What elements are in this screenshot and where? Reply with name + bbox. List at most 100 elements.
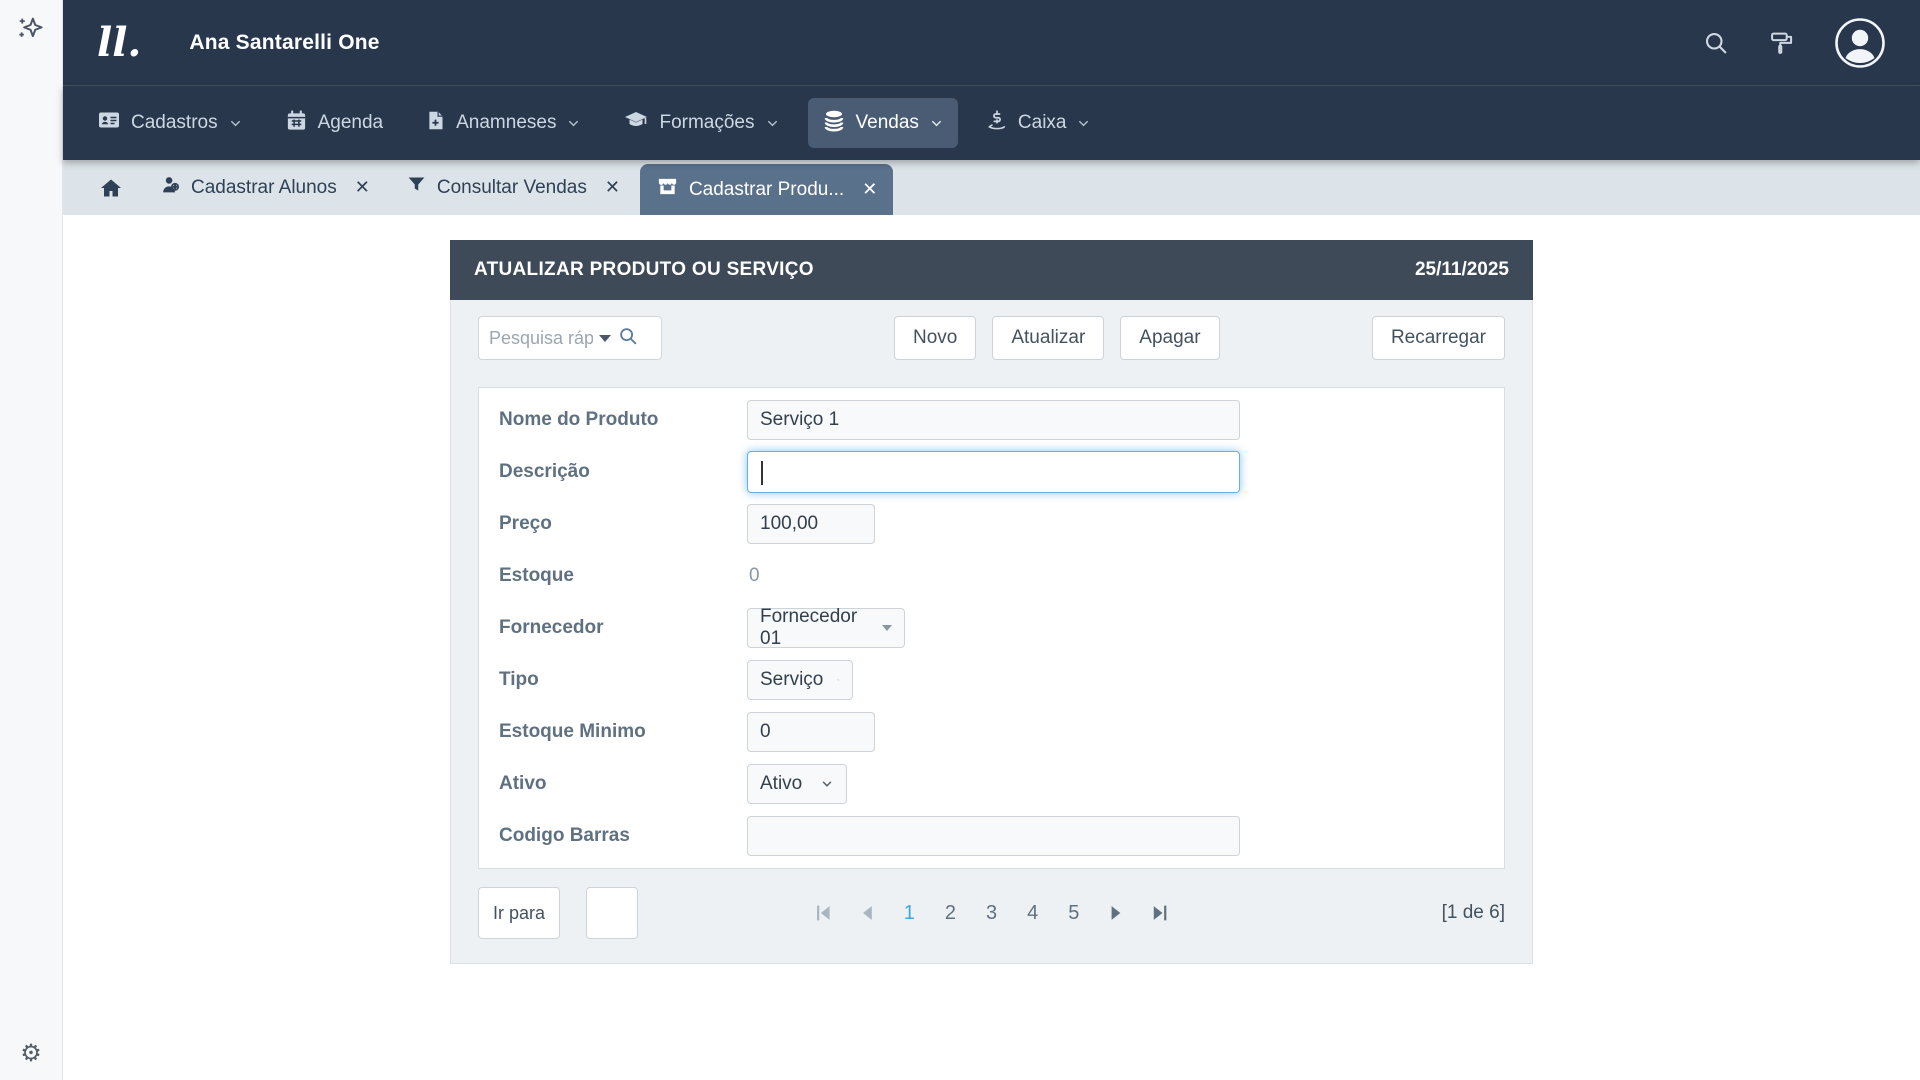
- tab-strip: Cadastrar Alunos ✕ Consultar Vendas ✕ C: [63, 160, 1920, 215]
- text-cursor: [761, 461, 763, 485]
- quick-search[interactable]: [478, 316, 662, 360]
- field-row-preco: Preço: [479, 498, 1504, 550]
- nav-item-agenda[interactable]: Agenda: [271, 99, 398, 148]
- page-number-1[interactable]: 1: [900, 902, 919, 925]
- supplier-value: Fornecedor 01: [760, 606, 868, 650]
- tab-label: Consultar Vendas: [437, 177, 587, 199]
- page-number-5[interactable]: 5: [1064, 902, 1083, 925]
- person-plus-icon: [159, 173, 181, 203]
- file-plus-icon: [425, 109, 446, 138]
- close-icon[interactable]: ✕: [355, 177, 370, 198]
- goto-page-input[interactable]: [586, 887, 638, 939]
- sparkle-icon[interactable]: [16, 12, 46, 49]
- calendar-icon: [285, 109, 308, 138]
- chevron-down-icon: [228, 116, 243, 131]
- product-fieldset: Nome do Produto Descrição: [478, 387, 1505, 869]
- description-input[interactable]: [747, 451, 1240, 493]
- id-card-icon: [97, 108, 121, 138]
- search-dropdown-caret-icon[interactable]: [599, 335, 611, 342]
- dropdown-caret-icon: [882, 625, 892, 631]
- left-rail: ⚙: [0, 0, 63, 1080]
- funnel-icon: [406, 174, 427, 201]
- graduation-cap-icon: [623, 108, 649, 138]
- reload-button[interactable]: Recarregar: [1372, 316, 1505, 360]
- nav-item-caixa[interactable]: Caixa: [972, 98, 1106, 148]
- avatar[interactable]: [1834, 17, 1886, 69]
- field-label: Estoque Minimo: [499, 721, 747, 743]
- tab-label: Cadastrar Alunos: [191, 177, 337, 199]
- paint-roller-icon[interactable]: [1768, 29, 1796, 57]
- prev-page-icon[interactable]: [856, 902, 878, 924]
- field-label: Preço: [499, 513, 747, 535]
- first-page-icon[interactable]: [812, 902, 834, 924]
- gear-icon[interactable]: ⚙: [20, 1042, 42, 1066]
- active-select[interactable]: Ativo: [747, 764, 847, 804]
- nav-label: Anamneses: [456, 112, 556, 134]
- close-icon[interactable]: ✕: [862, 179, 877, 200]
- product-panel: ATUALIZAR PRODUTO OU SERVIÇO 25/11/2025: [450, 240, 1533, 964]
- search-icon[interactable]: [1702, 29, 1730, 57]
- field-row-tipo: Tipo Serviço: [479, 654, 1504, 706]
- panel-title: ATUALIZAR PRODUTO OU SERVIÇO: [474, 259, 814, 281]
- coins-icon: [822, 108, 846, 138]
- nav-item-anamneses[interactable]: Anamneses: [411, 99, 595, 148]
- supplier-dropdown[interactable]: Fornecedor 01: [747, 608, 905, 648]
- tab-cadastrar-produto[interactable]: Cadastrar Produ... ✕: [640, 164, 893, 215]
- product-name-input[interactable]: [747, 400, 1240, 440]
- goto-page-button[interactable]: Ir para: [478, 887, 560, 939]
- nav-item-cadastros[interactable]: Cadastros: [83, 98, 257, 148]
- chevron-down-icon: [929, 116, 944, 131]
- type-value: Serviço: [760, 669, 823, 691]
- field-row-estoque-minimo: Estoque Minimo: [479, 706, 1504, 758]
- chevron-down-icon: [837, 673, 840, 687]
- field-row-ativo: Ativo Ativo: [479, 758, 1504, 810]
- barcode-input[interactable]: [747, 816, 1240, 856]
- tab-cadastrar-alunos[interactable]: Cadastrar Alunos ✕: [143, 160, 386, 215]
- cash-icon: [986, 108, 1008, 138]
- field-label: Codigo Barras: [499, 825, 747, 847]
- nav-label: Formações: [659, 112, 754, 134]
- new-button[interactable]: Novo: [894, 316, 976, 360]
- update-button[interactable]: Atualizar: [992, 316, 1104, 360]
- panel-body: Novo Atualizar Apagar Recarregar Nome do…: [450, 300, 1533, 964]
- delete-button[interactable]: Apagar: [1120, 316, 1219, 360]
- magnifier-icon[interactable]: [617, 325, 639, 352]
- min-stock-input[interactable]: [747, 712, 875, 752]
- page-number-4[interactable]: 4: [1023, 902, 1042, 925]
- close-icon[interactable]: ✕: [605, 177, 620, 198]
- search-input[interactable]: [489, 328, 593, 349]
- panel-date: 25/11/2025: [1415, 259, 1509, 281]
- app-logo: ll.: [97, 19, 141, 66]
- content-area: ATUALIZAR PRODUTO OU SERVIÇO 25/11/2025: [63, 215, 1920, 1080]
- app-title: Ana Santarelli One: [189, 31, 379, 55]
- nav-label: Cadastros: [131, 112, 218, 134]
- last-page-icon[interactable]: [1149, 902, 1171, 924]
- field-label: Descrição: [499, 461, 747, 483]
- page-number-2[interactable]: 2: [941, 902, 960, 925]
- nav-item-formacoes[interactable]: Formações: [609, 98, 793, 148]
- pagination-footer: Ir para 1 2 3 4 5: [478, 887, 1505, 939]
- main-nav: Cadastros Agenda: [63, 86, 1920, 160]
- chevron-down-icon: [566, 116, 581, 131]
- chevron-down-icon: [820, 777, 834, 791]
- price-input[interactable]: [747, 504, 875, 544]
- title-row: ll. Ana Santarelli One: [63, 0, 1920, 86]
- type-select[interactable]: Serviço: [747, 660, 853, 700]
- field-row-codigo-barras: Codigo Barras: [479, 810, 1504, 862]
- pager: 1 2 3 4 5: [812, 902, 1172, 925]
- field-label: Tipo: [499, 669, 747, 691]
- page-number-3[interactable]: 3: [982, 902, 1001, 925]
- field-row-descricao: Descrição: [479, 446, 1504, 498]
- panel-header: ATUALIZAR PRODUTO OU SERVIÇO 25/11/2025: [450, 240, 1533, 300]
- nav-label: Caixa: [1018, 112, 1067, 134]
- tab-consultar-vendas[interactable]: Consultar Vendas ✕: [390, 160, 636, 215]
- field-label: Ativo: [499, 773, 747, 795]
- next-page-icon[interactable]: [1105, 902, 1127, 924]
- home-icon[interactable]: [83, 160, 139, 215]
- field-label: Nome do Produto: [499, 409, 747, 431]
- nav-label: Agenda: [318, 112, 384, 134]
- nav-item-vendas[interactable]: Vendas: [808, 98, 958, 148]
- nav-label: Vendas: [856, 112, 919, 134]
- stock-value: 0: [747, 565, 760, 587]
- chevron-down-icon: [765, 116, 780, 131]
